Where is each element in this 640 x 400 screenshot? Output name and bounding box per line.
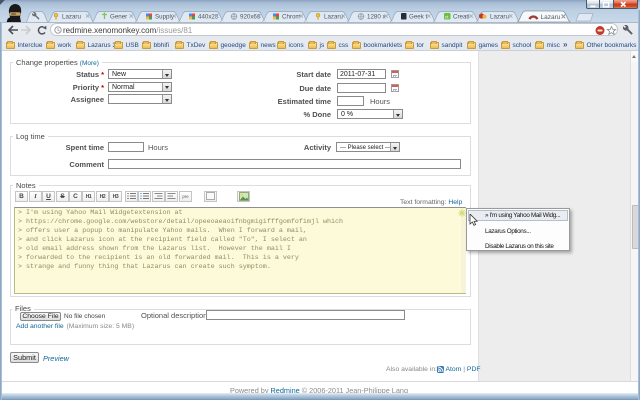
svg-text:Creati: Creati — [453, 14, 470, 21]
svg-text:Lazaru: Lazaru — [324, 14, 343, 21]
svg-text:Chrom: Chrom — [282, 14, 301, 21]
svg-text:1280 x: 1280 x — [367, 14, 386, 21]
svg-text:Gener: Gener — [110, 14, 127, 21]
svg-text:Lazaru: Lazaru — [62, 14, 81, 21]
svg-text:Lazaru: Lazaru — [541, 14, 561, 21]
svg-text:Supply: Supply — [155, 14, 175, 21]
svg-text:Geek t: Geek t — [409, 14, 428, 21]
svg-text:Lazaru: Lazaru — [490, 14, 509, 21]
